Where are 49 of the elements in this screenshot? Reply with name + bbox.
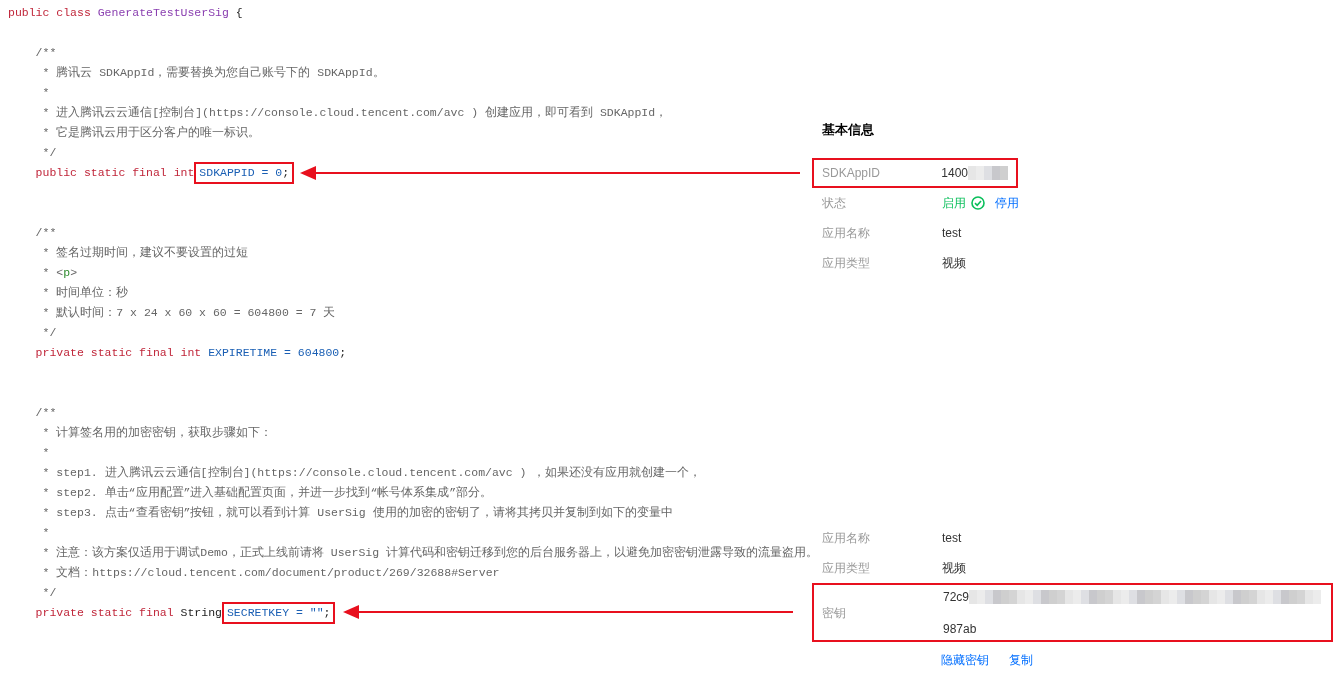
field-value: 视频 [942,560,966,577]
code-line: * 时间单位：秒 [41,285,129,301]
highlight-box: SECRETKEY = ""; [221,602,336,624]
status-text: 启用 [942,195,966,212]
code-line: * 腾讯云 SDKAppId，需要替换为您自己账号下的 SDKAppId。 [41,65,385,81]
field-label: SDKAppID [822,165,882,182]
code-line: * 默认时间：7 x 24 x 60 x 60 = 604800 = 7 天 [41,305,336,321]
code-line: private static final String [34,605,222,621]
code-line: */ [41,325,57,341]
code-line: * 文档：https://cloud.tencent.com/document/product/269/32688#Server [41,565,500,581]
code-line: * step2. 单击“应用配置”进入基础配置页面，并进一步找到“帐号体系集成”部分。 [41,485,493,501]
code-line: * [41,85,50,101]
code-line: public class GenerateTestUserSig { [8,5,243,21]
field-value: 视频 [942,255,966,272]
field-value: 987ab [943,620,978,638]
field-value: test [942,225,962,242]
section-title: 基本信息 [822,121,875,139]
code-line: * [41,445,50,461]
check-circle-icon [971,196,985,210]
code-line: /** [34,405,57,421]
action-link[interactable]: 复制 [1009,651,1033,669]
code-line: * 签名过期时间，建议不要设置的过短 [41,245,249,261]
code-line: * 计算签名用的加密密钥，获取步骤如下： [41,425,273,441]
field-value: 72c9 [943,588,970,606]
code-line: */ [41,145,57,161]
field-label: 应用类型 [822,560,871,577]
code-line: * 注意：该方案仅适用于调试Demo，正式上线前请将 UserSig 计算代码和密钥迁移到您的后台服务器上，以避免加密密钥泄露导致的流量盗用。 [41,545,819,561]
code-line: private static final int EXPIRETIME = 604800; [34,345,347,361]
code-line: * [41,525,50,541]
code-line: * 进入腾讯云云通信[控制台](https://console.cloud.tencent.com/avc ) 创建应用，即可看到 SDKAppId， [41,105,668,121]
code-line: */ [41,585,57,601]
code-line: * step1. 进入腾讯云云通信[控制台](https://console.cloud.tencent.com/avc ) ，如果还没有应用就创建一个， [41,465,702,481]
field-value: test [942,530,962,547]
disable-link[interactable]: 停用 [995,194,1019,212]
code-line: * 它是腾讯云用于区分客户的唯一标识。 [41,125,261,141]
field-label: 应用名称 [822,225,871,242]
code-line: /** [34,225,57,241]
code-line: * <p> [41,265,78,281]
code-line: * step3. 点击“查看密钥”按钮，就可以看到计算 UserSig 使用的加密的密钥了，请将其拷贝并复制到如下的变量中 [41,505,673,521]
blurred-redaction [968,166,1008,180]
field-label: 应用名称 [822,530,871,547]
field-label: 状态 [822,195,847,212]
code-line: /** [34,45,57,61]
field-label: 应用类型 [822,255,871,272]
code-line: public static final int [34,165,195,181]
field-label: 密钥 [822,604,847,622]
action-link[interactable]: 隐藏密钥 [941,651,989,669]
highlight-box: SDKAPPID = 0; [194,162,295,184]
field-value: 1400 [941,165,968,182]
